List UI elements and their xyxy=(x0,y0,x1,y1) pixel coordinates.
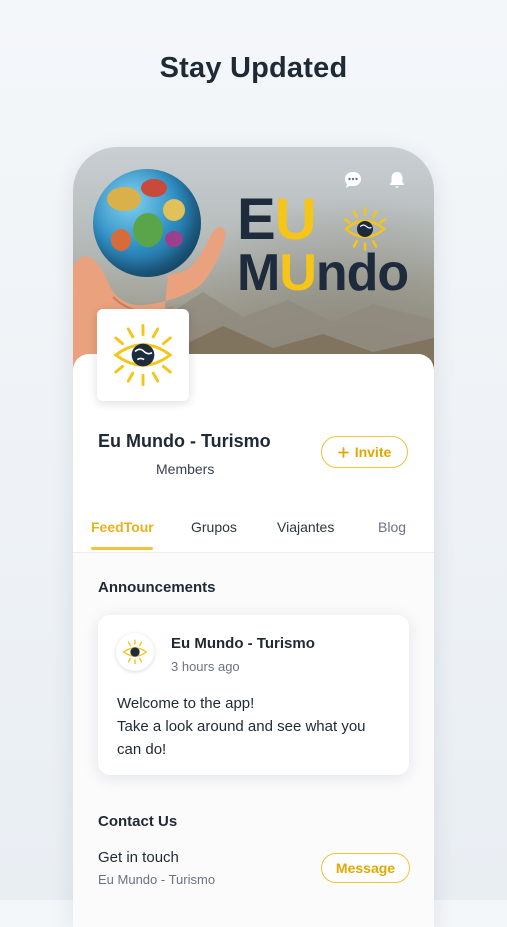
announcements-title: Announcements xyxy=(98,579,216,596)
globe-illustration xyxy=(93,169,201,277)
tab-grupos[interactable]: Grupos xyxy=(191,519,237,535)
cover-letter-u2: U xyxy=(279,244,317,302)
cover-logo-line2: MUndo xyxy=(237,244,409,302)
post-timestamp: 3 hours ago xyxy=(171,659,240,674)
tab-blog[interactable]: Blog xyxy=(378,519,406,535)
group-logo xyxy=(97,309,189,401)
header-actions xyxy=(342,169,408,191)
cover-letter-e: E xyxy=(237,187,276,252)
announcement-card[interactable]: Eu Mundo - Turismo 3 hours ago Welcome t… xyxy=(98,615,409,775)
post-body: Welcome to the app! Take a look around a… xyxy=(117,692,397,761)
members-link[interactable]: Members xyxy=(156,461,214,477)
cover-letter-m: M xyxy=(237,244,280,302)
group-name: Eu Mundo - Turismo xyxy=(98,431,271,451)
post-line: Welcome to the app! xyxy=(117,695,255,712)
phone-frame: EU MUndo Eu Mundo - Turismo Members Invi… xyxy=(73,147,434,927)
cover-letters-ndo: ndo xyxy=(315,244,409,302)
post-line: can do! xyxy=(117,741,167,758)
invite-label: Invite xyxy=(354,444,392,460)
tab-viajantes[interactable]: Viajantes xyxy=(277,519,334,535)
bell-icon[interactable] xyxy=(386,169,408,191)
tab-feedtour[interactable]: FeedTour xyxy=(91,519,154,535)
invite-button[interactable]: Invite xyxy=(321,436,408,468)
page-heading: Stay Updated xyxy=(159,52,348,84)
plus-icon xyxy=(337,446,349,458)
contact-subtitle: Eu Mundo - Turismo xyxy=(98,872,216,887)
active-tab-indicator xyxy=(91,547,153,550)
cover-logo-line1: EU xyxy=(237,191,317,249)
cover-letter-u: U xyxy=(274,187,317,252)
contact-title: Contact Us xyxy=(98,813,178,830)
message-button[interactable]: Message xyxy=(321,853,410,883)
post-author[interactable]: Eu Mundo - Turismo xyxy=(171,635,315,652)
contact-label: Get in touch xyxy=(98,849,179,866)
author-avatar[interactable] xyxy=(116,633,154,671)
eye-globe-avatar-icon xyxy=(122,639,148,665)
post-line: Take a look around and see what you xyxy=(117,718,366,735)
chat-bubble-icon[interactable] xyxy=(342,169,364,191)
eye-globe-logo-icon xyxy=(113,324,173,386)
